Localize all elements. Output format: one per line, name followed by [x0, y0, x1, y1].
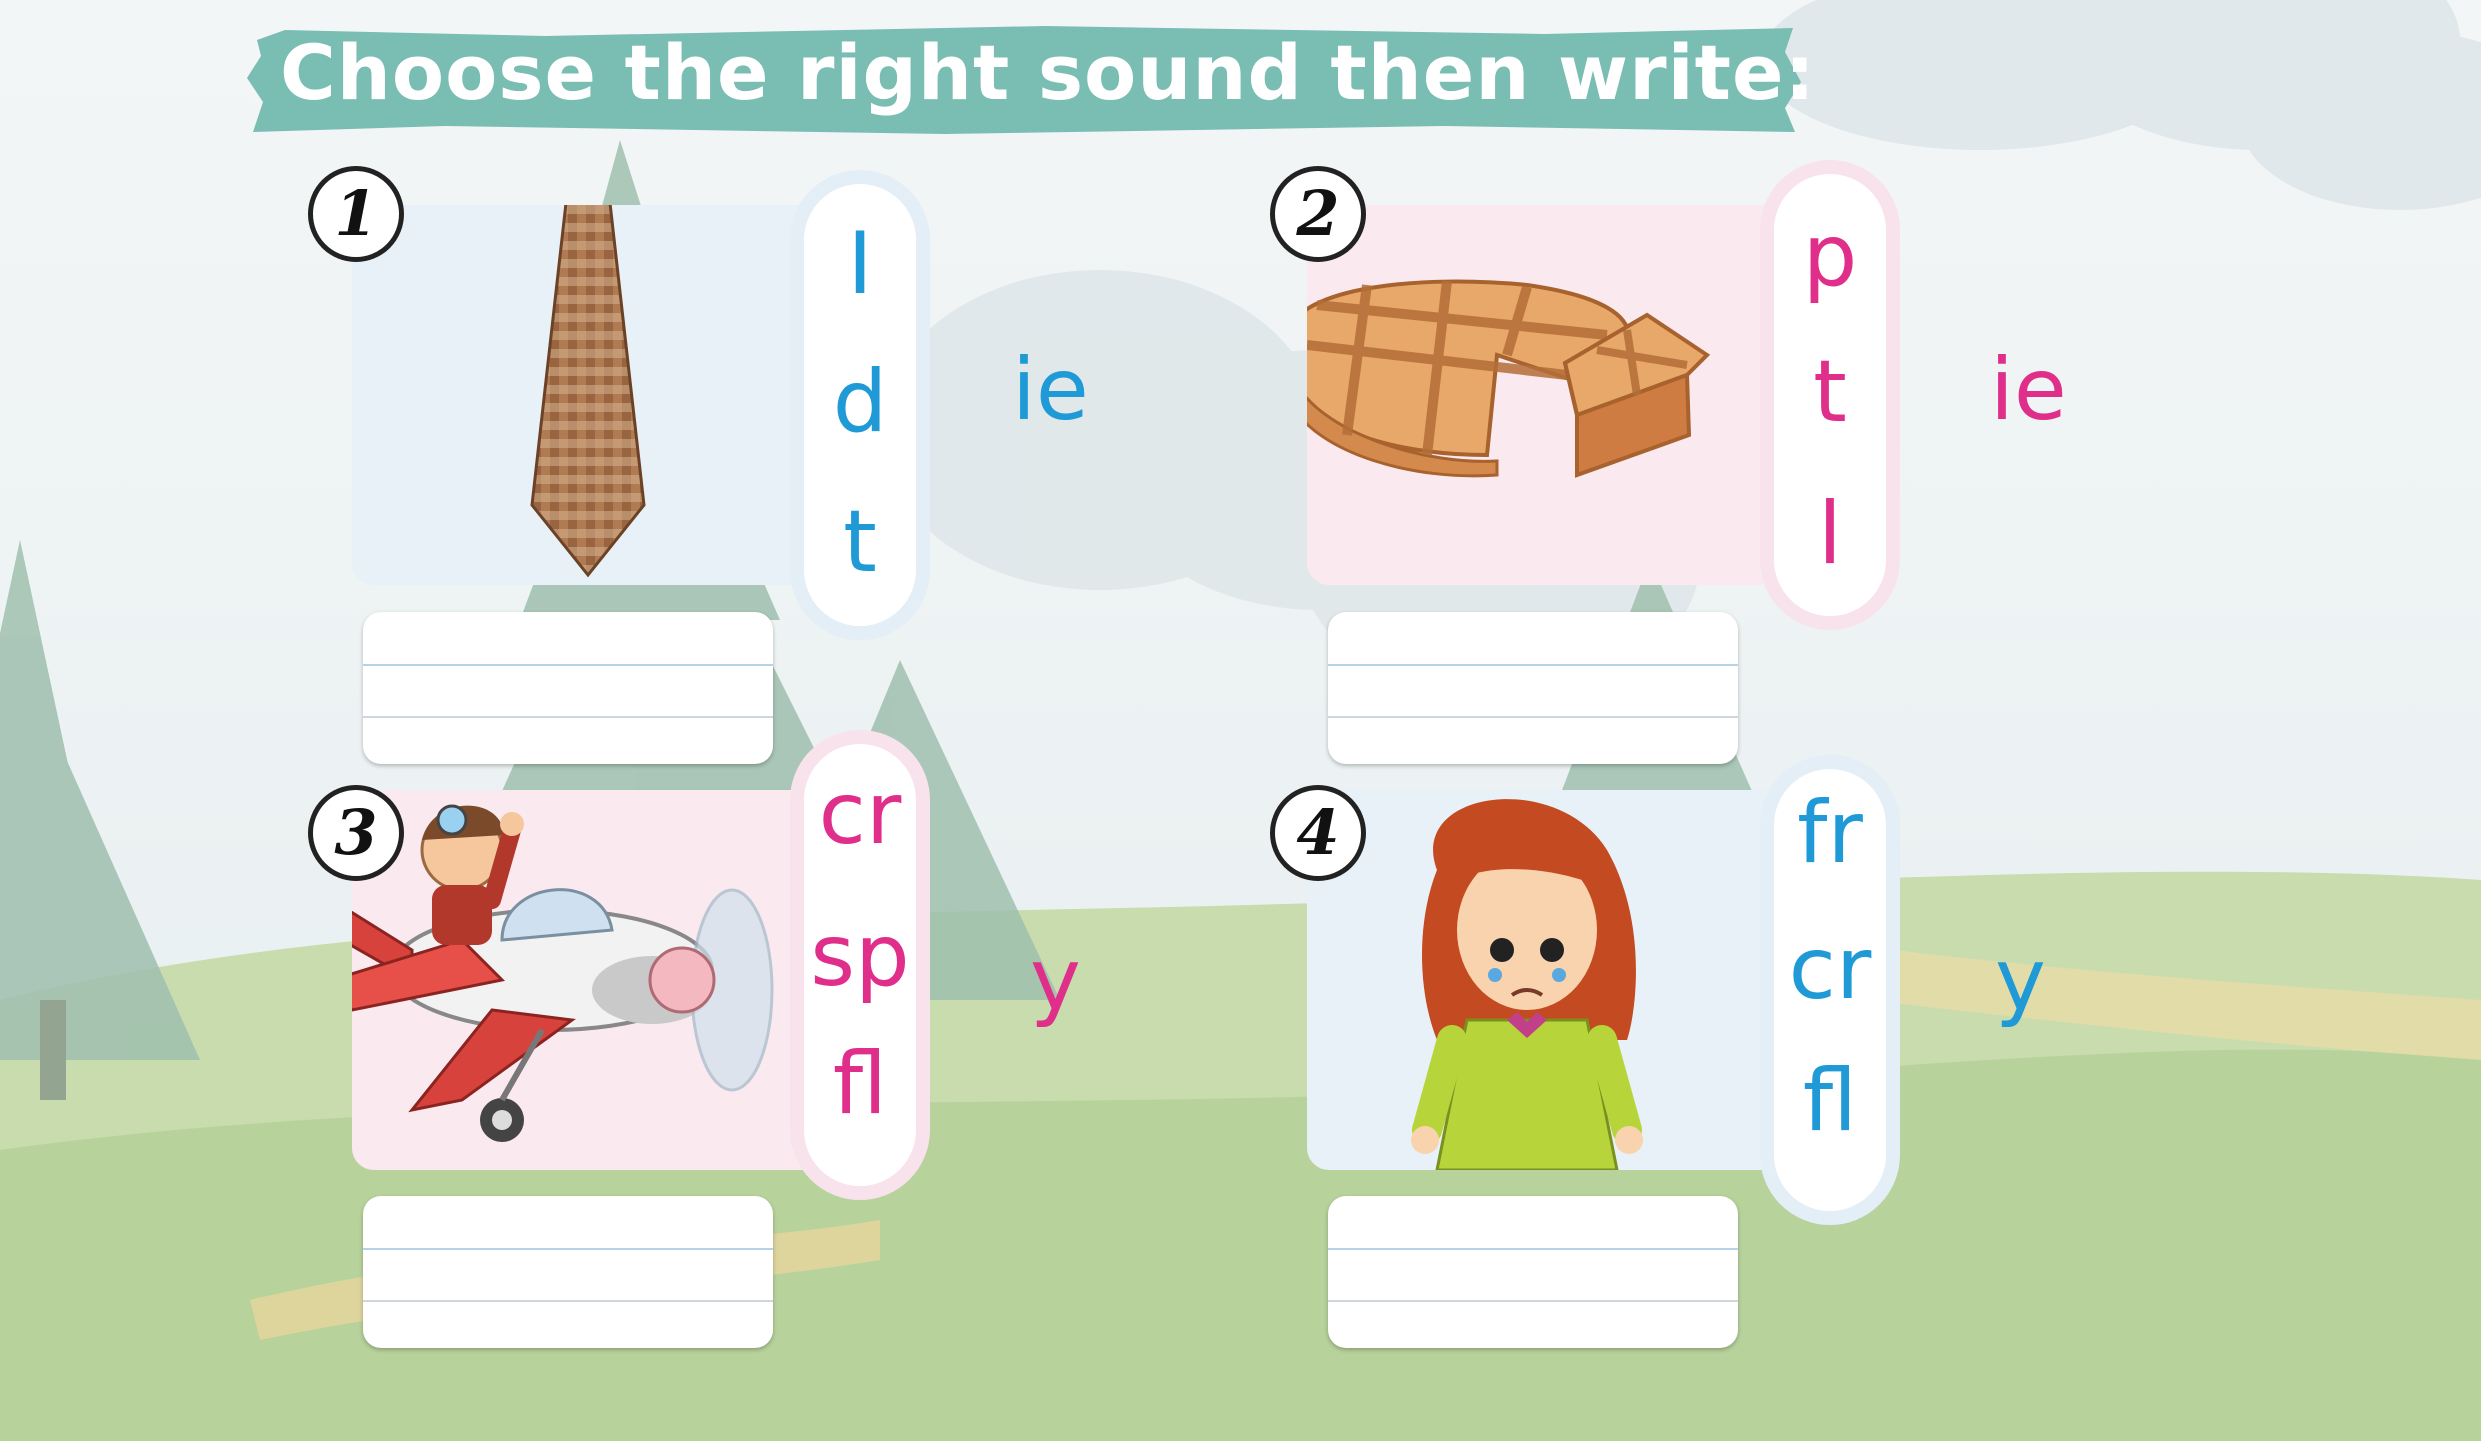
- exercise-3-option[interactable]: fl: [804, 1034, 916, 1134]
- guide-line: [363, 1248, 773, 1250]
- exercise-1-option[interactable]: t: [804, 492, 916, 592]
- exercise-2-answer-box[interactable]: [1328, 612, 1738, 764]
- guide-line: [363, 664, 773, 666]
- exercise-3-answer-box[interactable]: [363, 1196, 773, 1348]
- exercise-4-card: [1307, 790, 1812, 1172]
- exercise-2-option[interactable]: p: [1774, 206, 1886, 306]
- exercise-2-number: 2: [1270, 166, 1366, 262]
- exercise-4-option[interactable]: cr: [1774, 919, 1886, 1019]
- exercise-3-option[interactable]: sp: [804, 906, 916, 1006]
- airplane-picture: [300, 804, 774, 1142]
- guide-line: [1328, 1300, 1738, 1302]
- exercise-4-answer-box[interactable]: [1328, 1196, 1738, 1348]
- guide-line: [1328, 664, 1738, 666]
- page-title: Choose the right sound then write:: [280, 28, 1816, 117]
- guide-line: [363, 716, 773, 718]
- exercise-3-option[interactable]: cr: [804, 764, 916, 864]
- crying-girl-picture: [1411, 799, 1643, 1172]
- exercise-2-suffix: ie: [1990, 340, 2067, 440]
- exercise-4-option[interactable]: fl: [1774, 1051, 1886, 1151]
- guide-line: [1328, 716, 1738, 718]
- exercise-1-answer-box[interactable]: [363, 612, 773, 764]
- exercise-1-option[interactable]: d: [804, 352, 916, 452]
- tie-picture: [530, 155, 646, 578]
- exercise-2-options: p t l: [1760, 160, 1900, 630]
- exercise-1-options: I d t: [790, 170, 930, 640]
- guide-line: [363, 1300, 773, 1302]
- guide-line: [1328, 1248, 1738, 1250]
- exercise-2-option[interactable]: t: [1774, 342, 1886, 442]
- exercise-1-number: 1: [308, 166, 404, 262]
- pie-picture: [1284, 279, 1711, 478]
- exercise-3-card: [300, 790, 857, 1170]
- exercise-3-options: cr sp fl: [790, 730, 930, 1200]
- exercise-4-number: 4: [1270, 785, 1366, 881]
- exercise-3-suffix: y: [1030, 930, 1081, 1030]
- exercise-2-card: [1284, 205, 1812, 585]
- exercise-4-suffix: y: [1995, 930, 2046, 1030]
- exercise-3-number: 3: [308, 785, 404, 881]
- exercise-4-options: fr cr fl: [1760, 755, 1900, 1225]
- exercise-1-suffix: ie: [1012, 340, 1089, 440]
- exercise-1-card: [352, 155, 857, 585]
- exercise-2-option[interactable]: l: [1774, 484, 1886, 584]
- exercise-1-option[interactable]: I: [804, 214, 916, 314]
- exercise-4-option[interactable]: fr: [1774, 783, 1886, 883]
